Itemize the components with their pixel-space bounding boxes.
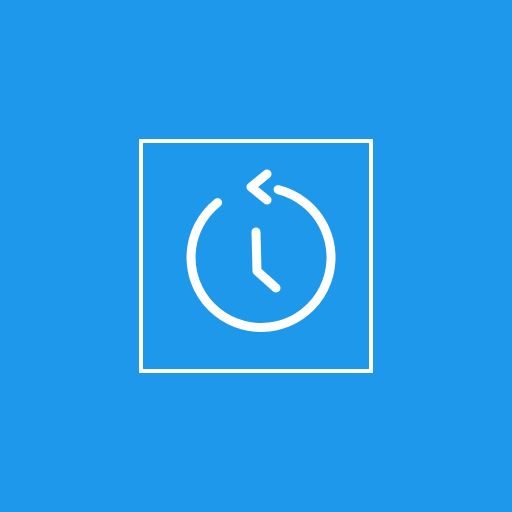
app-tile[interactable] [0,0,512,512]
icon-frame [139,139,373,373]
clock-history-icon [186,169,336,332]
history-arrowhead [246,169,272,205]
clock-hands [251,227,281,293]
